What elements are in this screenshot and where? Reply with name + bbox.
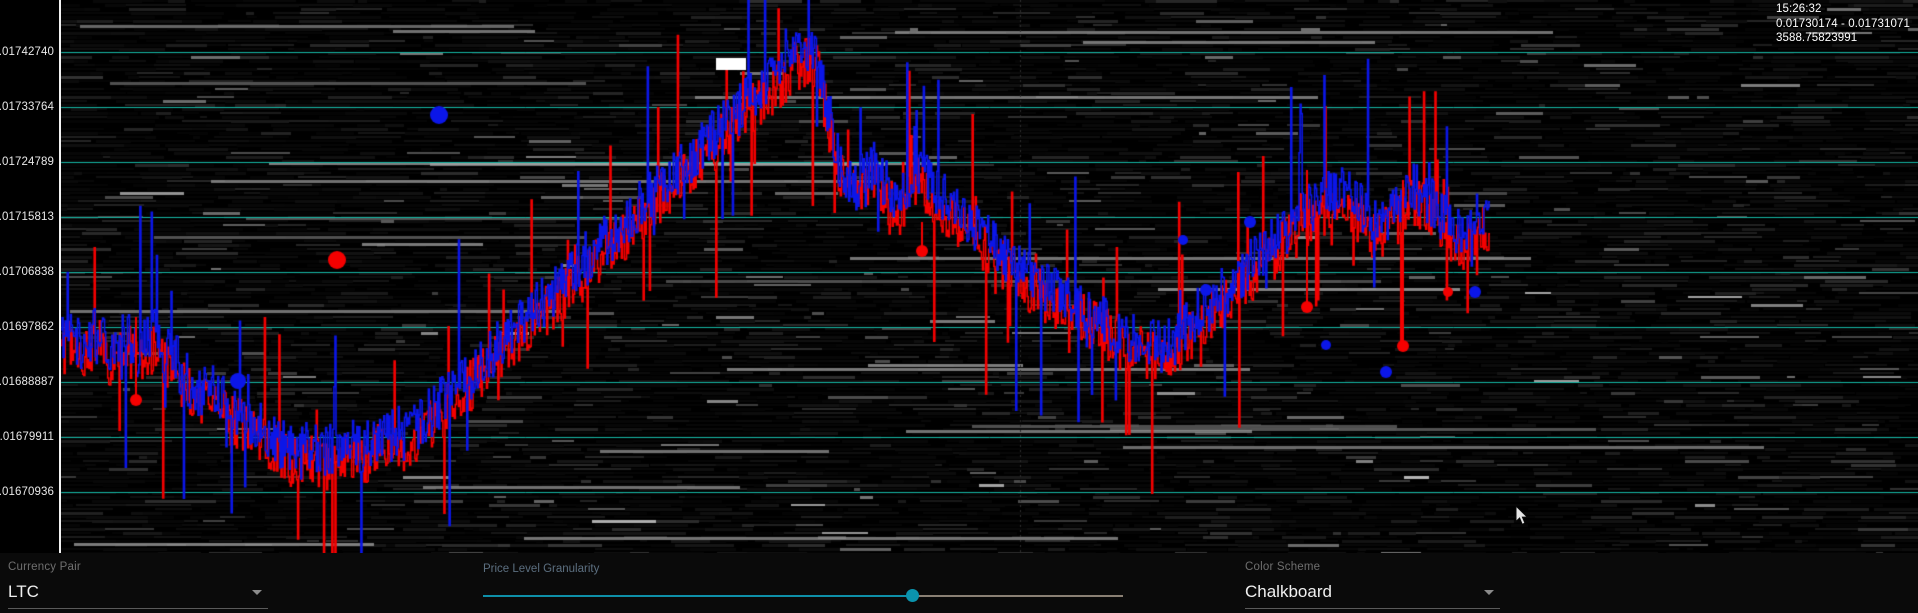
chart-area[interactable]: 0.017427400.017337640.017247890.01715813… <box>0 0 1918 553</box>
y-axis-line <box>59 0 61 553</box>
control-bar: Currency Pair LTC Price Level Granularit… <box>0 553 1918 613</box>
color-scheme-label: Color Scheme <box>1245 561 1321 573</box>
slider-fill <box>483 595 912 597</box>
price-level-granularity-label: Price Level Granularity <box>483 563 600 575</box>
order-book-heatmap-app: 0.017427400.017337640.017247890.01715813… <box>0 0 1918 613</box>
currency-pair-select[interactable]: LTC <box>8 578 268 609</box>
price-level-granularity-slider[interactable] <box>483 589 1123 603</box>
currency-pair-value: LTC <box>8 582 39 601</box>
price-level-granularity-group: Price Level Granularity <box>483 563 1123 603</box>
chevron-down-icon[interactable] <box>252 590 262 595</box>
currency-pair-group: Currency Pair LTC <box>8 561 268 609</box>
currency-pair-label: Currency Pair <box>8 561 81 573</box>
color-scheme-value: Chalkboard <box>1245 582 1332 601</box>
price-heatmap-canvas[interactable] <box>0 0 1918 553</box>
color-scheme-group: Color Scheme Chalkboard <box>1245 561 1500 609</box>
slider-thumb[interactable] <box>905 589 919 602</box>
color-scheme-select[interactable]: Chalkboard <box>1245 578 1500 609</box>
chevron-down-icon[interactable] <box>1484 590 1494 595</box>
